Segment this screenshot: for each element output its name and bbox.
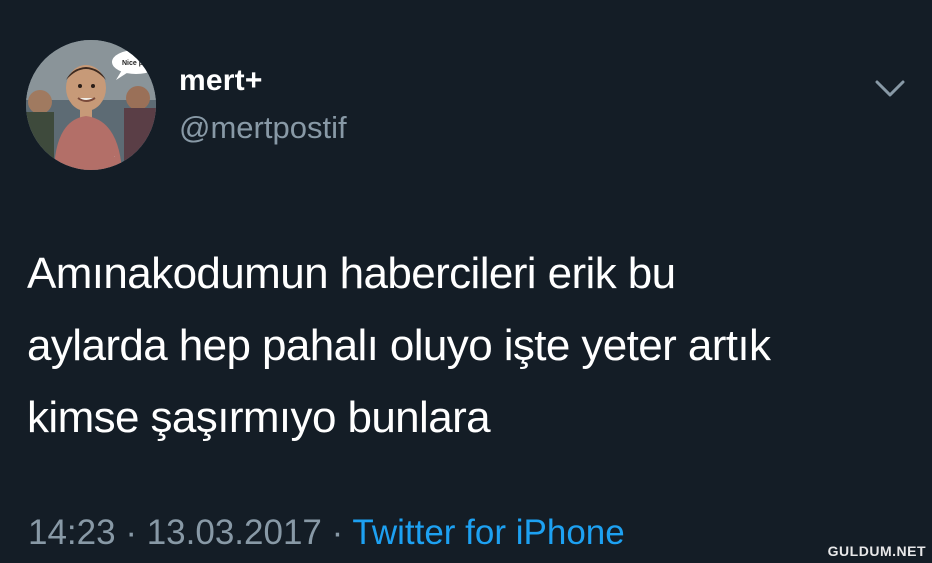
avatar-bubble-text: Nice p [122, 60, 143, 67]
more-options-button[interactable] [874, 78, 906, 100]
tweet-card: Nice p · mert+ @mertpostif Amınakodumun … [0, 0, 932, 563]
display-name[interactable]: mert+ [179, 64, 263, 98]
meta-separator: · [125, 513, 137, 552]
tweet-text: Amınakodumun habercileri erik bu aylarda… [27, 238, 917, 454]
tweet-text-line: aylarda hep pahalı oluyo işte yeter artı… [27, 321, 771, 370]
meta-separator: · [331, 513, 344, 552]
tweet-date[interactable]: 13.03.2017 [147, 513, 322, 552]
tweet-text-line: kimse şaşırmıyo bunlara [27, 393, 491, 442]
user-handle[interactable]: @mertpostif [179, 110, 347, 146]
avatar[interactable]: Nice p · [26, 40, 156, 170]
tweet-text-line: Amınakodumun habercileri erik bu [27, 249, 676, 298]
avatar-photo: Nice p · [26, 40, 156, 170]
tweet-source-link[interactable]: Twitter for iPhone [352, 513, 624, 552]
chevron-down-icon [875, 80, 905, 97]
tweet-time[interactable]: 14:23 [28, 513, 116, 552]
tweet-metadata: 14:23 · 13.03.2017 · Twitter for iPhone [28, 513, 625, 553]
svg-text:·: · [114, 154, 115, 159]
watermark: GULDUM.NET [827, 543, 926, 559]
